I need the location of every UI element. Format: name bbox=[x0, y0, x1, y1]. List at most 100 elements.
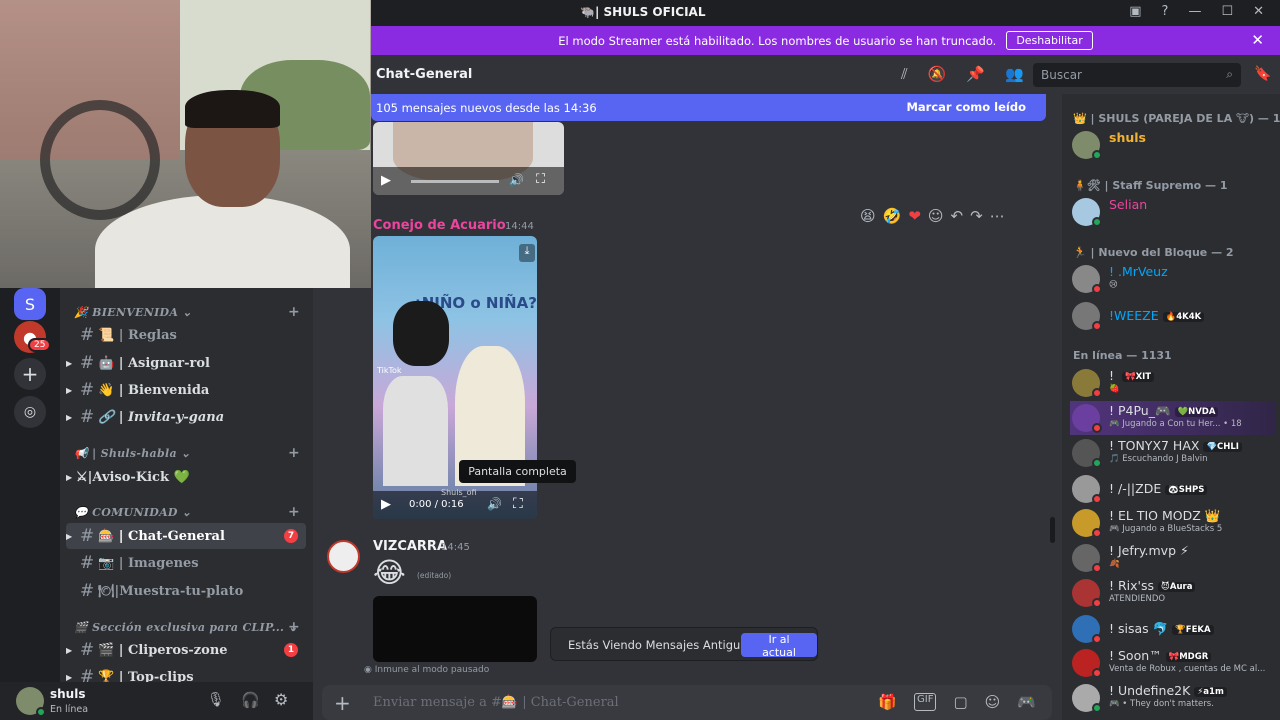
pin-icon[interactable]: 📌 bbox=[966, 65, 985, 83]
fullscreen-icon[interactable]: ⛶ bbox=[536, 172, 545, 187]
gamepad-icon[interactable]: 🎮 bbox=[1017, 693, 1036, 711]
attach-plus-icon[interactable]: + bbox=[334, 691, 351, 715]
fullscreen-icon[interactable]: ⛶ bbox=[513, 496, 523, 512]
member-item[interactable]: Selian bbox=[1070, 195, 1276, 229]
member-item[interactable]: !WEEZE 🔥4K4K bbox=[1070, 299, 1276, 333]
volume-icon[interactable]: 🔊 bbox=[487, 497, 502, 511]
chat-scrollbar[interactable] bbox=[1050, 517, 1055, 543]
volume-icon[interactable]: 🔊 bbox=[509, 173, 524, 187]
member-item[interactable]: ! 🎀XIT 🍓 bbox=[1070, 366, 1276, 400]
channel-top-clips[interactable]: ▶ # 🏆 | Top-clips bbox=[66, 664, 306, 682]
member-item[interactable]: ! Jefry.mvp ⚡ 🍂 bbox=[1070, 541, 1276, 575]
reaction-heart-icon[interactable]: ❤ bbox=[908, 207, 921, 225]
category-clips[interactable]: 🎬 Sección exclusiva para CLIP... ⌄ + bbox=[74, 619, 300, 635]
add-channel-icon[interactable]: + bbox=[288, 504, 300, 520]
message-composer[interactable]: + Enviar mensaje a #🎰 | Chat-General 🎁 G… bbox=[322, 685, 1052, 720]
play-icon[interactable]: ▶ bbox=[381, 497, 391, 512]
gift-icon[interactable]: 🎁 bbox=[878, 693, 897, 711]
category-comunidad[interactable]: 💬 COMUNIDAD ⌄ + bbox=[74, 504, 300, 520]
gif-icon[interactable]: GIF bbox=[914, 693, 937, 711]
window-title: 🐃| SHULS OFICIAL bbox=[580, 5, 706, 19]
close-icon[interactable]: ✕ bbox=[1251, 31, 1264, 49]
old-messages-text: Estás Viendo Mensajes Antiguos bbox=[568, 638, 754, 652]
member-list-icon[interactable]: 👥 bbox=[1005, 65, 1024, 83]
member-item[interactable]: ! sisas 🐬 🏆FEKA bbox=[1070, 612, 1276, 646]
channel-muestra-tu-plato[interactable]: # 🍽|Muestra-tu-plato bbox=[66, 578, 306, 604]
channel-invita-y-gana[interactable]: ▶ # 🔗 | Invita-y-gana bbox=[66, 404, 306, 430]
inbox-bookmark-icon[interactable]: 🔖 bbox=[1254, 66, 1271, 82]
more-icon[interactable]: ⋯ bbox=[990, 207, 1005, 225]
mark-as-read-button[interactable]: Marcar como leído bbox=[906, 100, 1026, 114]
new-messages-bar[interactable]: 105 mensajes nuevos desde las 14:36 Marc… bbox=[371, 94, 1046, 121]
reaction-tired-icon[interactable]: 😫 bbox=[860, 207, 876, 225]
member-item[interactable]: ! P4Pu_🎮 💚NVDA 🎮 Jugando a Con tu Her... •… bbox=[1070, 401, 1276, 435]
member-item[interactable]: ! /-||ZDE 🐼SHPS bbox=[1070, 472, 1276, 506]
status-dot bbox=[1092, 563, 1102, 573]
notification-bell-icon[interactable]: 🔕 bbox=[928, 65, 947, 83]
channel-asignar-rol[interactable]: ▶ # 🤖 | Asignar-rol bbox=[66, 350, 306, 376]
add-channel-icon[interactable]: + bbox=[288, 445, 300, 461]
channel-list: 🎉 BIENVENIDA ⌄ + # 📜 | Reglas ▶ # 🤖 | Asigna… bbox=[60, 288, 313, 682]
member-item[interactable]: ! Soon™ 🎀MDGR Venta de Robux , cuentas de … bbox=[1070, 646, 1276, 680]
add-channel-icon[interactable]: + bbox=[288, 304, 300, 320]
channel-cliperos-zone[interactable]: ▶ # 🎬 | Cliperos-zone 1 bbox=[66, 637, 306, 663]
maximize-icon[interactable]: ☐ bbox=[1221, 4, 1233, 19]
add-channel-icon[interactable]: + bbox=[288, 619, 300, 635]
channel-bienvenida[interactable]: ▶ # 👋 | Bienvenida bbox=[66, 377, 306, 403]
category-shuls-habla[interactable]: 📢 | Shuls-habla ⌄ + bbox=[74, 445, 300, 461]
channel-reglas[interactable]: # 📜 | Reglas bbox=[66, 322, 306, 348]
microphone-icon[interactable]: 🎙 bbox=[207, 692, 225, 708]
hash-icon: # bbox=[79, 325, 95, 345]
member-item[interactable]: ! .MrVeuz 😢 bbox=[1070, 262, 1276, 296]
play-icon[interactable]: ▶ bbox=[381, 173, 391, 188]
channel-aviso-kick[interactable]: ▶ ⚔|Aviso-Kick 💚 bbox=[66, 464, 306, 490]
headphones-icon[interactable]: 🎧 bbox=[241, 691, 260, 709]
channel-imagenes[interactable]: # 📷 | Imagenes bbox=[66, 550, 306, 576]
message-toolbar: 😫 🤣 ❤ ☺ ↶ ↷ ⋯ bbox=[860, 203, 1036, 229]
help-icon[interactable]: ? bbox=[1162, 4, 1169, 19]
member-item[interactable]: ! TONYX7 HAX 💎CHLI 🎵 Escuchando J Balvin bbox=[1070, 436, 1276, 470]
add-server-icon[interactable]: + bbox=[14, 358, 46, 390]
video-watermark: Shuls_ofi bbox=[441, 488, 477, 497]
disable-streamer-button[interactable]: Deshabilitar bbox=[1006, 31, 1093, 50]
jump-to-present-button[interactable]: Ir al actual bbox=[741, 633, 817, 659]
threads-icon[interactable]: ⫽ bbox=[901, 65, 908, 83]
composer-placeholder: Enviar mensaje a #🎰 | Chat-General bbox=[373, 695, 619, 710]
member-item[interactable]: ! Undefine2K ⚡a1m 🎮 • They don't matters. bbox=[1070, 681, 1276, 715]
status-dot bbox=[1092, 284, 1102, 294]
search-input[interactable]: Buscar ⌕ bbox=[1033, 63, 1241, 87]
reaction-laugh-icon[interactable]: 🤣 bbox=[883, 207, 902, 225]
download-icon[interactable]: ⤓ bbox=[519, 244, 535, 262]
status-dot bbox=[1092, 321, 1102, 331]
message-author[interactable]: VIZCARRA bbox=[373, 539, 447, 554]
channel-chat-general[interactable]: ▶ # 🎰 | Chat-General 7 bbox=[66, 523, 306, 549]
explore-icon[interactable]: ◎ bbox=[14, 396, 46, 428]
banner-text: El modo Streamer está habilitado. Los no… bbox=[558, 33, 997, 48]
forward-icon[interactable]: ↷ bbox=[970, 207, 983, 225]
close-window-icon[interactable]: ✕ bbox=[1253, 4, 1264, 19]
inbox-icon[interactable]: ▣ bbox=[1129, 4, 1141, 19]
status-dot bbox=[1092, 528, 1102, 538]
member-item[interactable]: ! EL TIO MODZ 👑 🎮 Jugando a BlueStacks 5 bbox=[1070, 506, 1276, 540]
server-rail: S ● 25 + ◎ bbox=[0, 288, 60, 682]
message-author[interactable]: Conejo de Acuario bbox=[373, 218, 506, 233]
member-item[interactable]: shuls bbox=[1070, 128, 1276, 162]
video-attachment-2[interactable] bbox=[373, 596, 537, 662]
emoji-icon[interactable]: ☺ bbox=[985, 693, 1001, 711]
reply-icon[interactable]: ↶ bbox=[951, 207, 964, 225]
add-reaction-icon[interactable]: ☺ bbox=[928, 207, 944, 225]
gear-icon[interactable]: ⚙ bbox=[274, 690, 288, 709]
server-s-icon[interactable]: S bbox=[14, 288, 46, 320]
category-bienvenida[interactable]: 🎉 BIENVENIDA ⌄ + bbox=[74, 304, 300, 320]
status-dot bbox=[1092, 423, 1102, 433]
status-dot bbox=[1092, 217, 1102, 227]
role-header-online: En línea — 1131 bbox=[1073, 349, 1172, 362]
status-dot bbox=[1092, 598, 1102, 608]
seek-bar[interactable] bbox=[411, 180, 499, 183]
member-item[interactable]: ! Rix'ss 😈Aura ATENDIENDO bbox=[1070, 576, 1276, 610]
minimize-icon[interactable]: — bbox=[1188, 4, 1201, 19]
search-icon: ⌕ bbox=[1226, 67, 1233, 81]
sticker-icon[interactable]: ▢ bbox=[953, 693, 967, 711]
video-attachment-previous[interactable]: ▶ 🔊 ⛶ bbox=[373, 122, 564, 195]
avatar[interactable] bbox=[327, 540, 360, 573]
